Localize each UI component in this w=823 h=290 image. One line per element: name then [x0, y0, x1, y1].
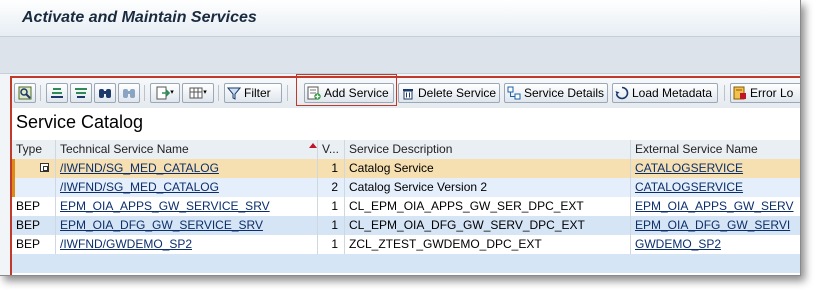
cell-technical-service-name[interactable]: EPM_OIA_APPS_GW_SERVICE_SRV	[56, 197, 318, 216]
column-header-external-service-name[interactable]: External Service Name	[631, 140, 800, 159]
toolbar-separator	[287, 85, 288, 101]
cell-service-description: CL_EPM_OIA_APPS_GW_SER_DPC_EXT	[345, 197, 631, 216]
cell-type: BEP	[12, 216, 56, 235]
column-header-service-description[interactable]: Service Description	[345, 140, 631, 159]
toolbar-separator	[144, 85, 145, 101]
table-row[interactable]: BEP EPM_OIA_DFG_GW_SERVICE_SRV 1 CL_EPM_…	[12, 216, 800, 235]
alv-toolbar: ▾ ▾ Filter Add Service Delete Service Se…	[12, 78, 800, 108]
cell-version: 1	[318, 235, 345, 254]
cell-type: BEP	[12, 235, 56, 254]
find-next-button[interactable]	[118, 83, 140, 103]
error-log-button[interactable]: Error Lo	[730, 83, 800, 103]
add-service-highlight-frame	[296, 74, 397, 106]
find-button[interactable]	[94, 83, 116, 103]
details-button[interactable]	[14, 83, 36, 103]
cell-service-description: CL_EPM_OIA_DFG_GW_SERV_DPC_EXT	[345, 216, 631, 235]
service-catalog-panel: ▾ ▾ Filter Add Service Delete Service Se…	[10, 76, 800, 275]
load-metadata-icon	[615, 86, 629, 100]
sort-ascending-icon	[50, 86, 64, 100]
cell-service-description: ZCL_ZTEST_GWDEMO_DPC_EXT	[345, 235, 631, 254]
cell-technical-service-name[interactable]: /IWFND/SG_MED_CATALOG	[56, 178, 318, 197]
error-log-icon	[733, 86, 747, 100]
filter-icon	[226, 86, 242, 100]
title-bar: Activate and Maintain Services	[0, 0, 800, 36]
service-details-icon	[507, 86, 521, 100]
service-details-button[interactable]: Service Details	[504, 83, 608, 103]
cell-external-service-name[interactable]: CATALOGSERVICE	[631, 178, 800, 197]
cell-technical-service-name[interactable]: /IWFND/SG_MED_CATALOG	[56, 159, 318, 178]
cell-type	[12, 178, 56, 197]
cell-external-service-name[interactable]: GWDEMO_SP2	[631, 235, 800, 254]
window-title: Activate and Maintain Services	[22, 9, 257, 26]
delete-service-button[interactable]: Delete Service	[398, 83, 500, 103]
cell-service-description: Catalog Service	[345, 159, 631, 178]
table-header-row: Type Technical Service Name V... Service…	[12, 140, 800, 160]
table-row-partial	[12, 254, 800, 273]
delete-service-icon	[401, 86, 415, 100]
column-header-technical-service-name[interactable]: Technical Service Name	[56, 140, 318, 159]
filter-label: Filter	[244, 86, 271, 100]
window-frame: Activate and Maintain Services ▾ ▾ Filte…	[0, 0, 801, 276]
cell-technical-service-name[interactable]: /IWFND/GWDEMO_SP2	[56, 235, 318, 254]
cell-external-service-name[interactable]: EPM_OIA_APPS_GW_SERV	[631, 197, 800, 216]
toolbar-separator	[218, 85, 219, 101]
sort-indicator-icon	[309, 143, 317, 148]
sort-ascending-button[interactable]	[46, 83, 68, 103]
toolbar-separator	[40, 85, 41, 101]
load-metadata-button[interactable]: Load Metadata	[612, 83, 718, 103]
cell-external-service-name[interactable]: EPM_OIA_DFG_GW_SERVI	[631, 216, 800, 235]
layout-icon	[189, 86, 203, 100]
sort-descending-icon	[74, 86, 88, 100]
table-row[interactable]: /IWFND/SG_MED_CATALOG 1 Catalog Service …	[12, 159, 800, 178]
table-row[interactable]: BEP /IWFND/GWDEMO_SP2 1 ZCL_ZTEST_GWDEMO…	[12, 235, 800, 254]
cell-type: BEP	[12, 197, 56, 216]
cell-version: 1	[318, 197, 345, 216]
delete-service-label: Delete Service	[418, 86, 497, 100]
export-button[interactable]: ▾	[150, 83, 180, 103]
sort-descending-button[interactable]	[70, 83, 92, 103]
layout-button[interactable]: ▾	[182, 83, 214, 103]
details-icon	[18, 86, 32, 100]
cell-type	[12, 159, 56, 178]
cell-service-description: Catalog Service Version 2	[345, 178, 631, 197]
service-details-label: Service Details	[524, 86, 605, 100]
column-header-version[interactable]: V...	[318, 140, 345, 159]
hierarchy-expand-icon[interactable]	[40, 163, 49, 172]
load-metadata-label: Load Metadata	[632, 86, 713, 100]
cell-version: 1	[318, 159, 345, 178]
cell-version: 2	[318, 178, 345, 197]
cell-version: 1	[318, 216, 345, 235]
service-catalog-title: Service Catalog	[16, 112, 144, 132]
cell-technical-service-name[interactable]: EPM_OIA_DFG_GW_SERVICE_SRV	[56, 216, 318, 235]
filter-button[interactable]: Filter	[224, 83, 282, 103]
application-toolbar	[0, 36, 800, 74]
error-log-label: Error Lo	[750, 86, 794, 100]
table-row[interactable]: /IWFND/SG_MED_CATALOG 2 Catalog Service …	[12, 178, 800, 197]
cell-external-service-name[interactable]: CATALOGSERVICE	[631, 159, 800, 178]
find-icon	[98, 86, 112, 100]
column-header-type[interactable]: Type	[12, 140, 56, 159]
table-row[interactable]: BEP EPM_OIA_APPS_GW_SERVICE_SRV 1 CL_EPM…	[12, 197, 800, 216]
export-icon	[156, 86, 171, 100]
toolbar-separator	[724, 85, 725, 101]
find-next-icon	[122, 86, 136, 100]
